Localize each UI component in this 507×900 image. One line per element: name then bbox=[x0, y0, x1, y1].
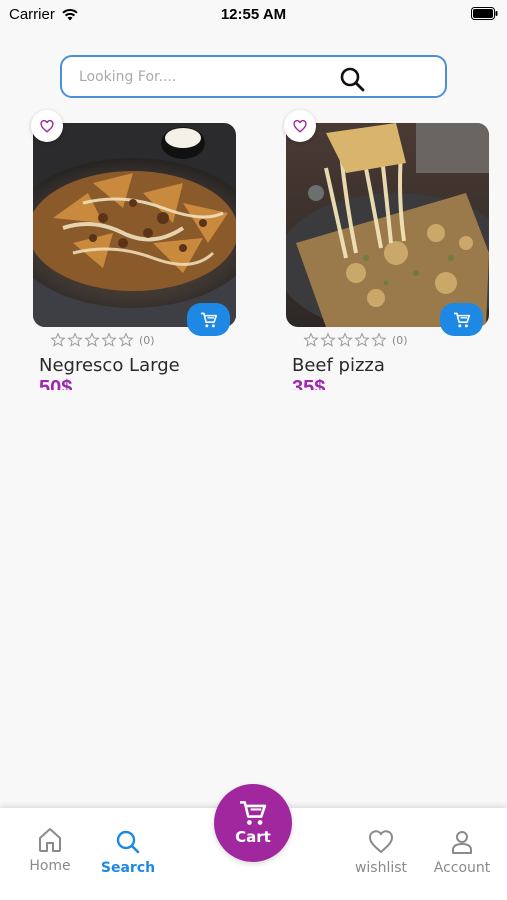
search-icon bbox=[116, 830, 140, 854]
star-outline-icon bbox=[50, 332, 66, 347]
rating-count: (0) bbox=[392, 333, 408, 347]
product-card[interactable]: (0) Beef pizza 35$ bbox=[284, 110, 495, 400]
star-outline-icon bbox=[337, 332, 353, 347]
product-image[interactable] bbox=[286, 123, 489, 327]
heart-icon bbox=[293, 119, 307, 133]
cart-icon bbox=[453, 312, 470, 327]
product-title[interactable]: Negresco Large bbox=[39, 355, 180, 376]
favorite-button[interactable] bbox=[31, 110, 63, 142]
battery-icon bbox=[471, 7, 498, 20]
favorite-button[interactable] bbox=[284, 110, 316, 142]
product-image[interactable] bbox=[33, 123, 236, 327]
rating-stars: (0) bbox=[303, 332, 408, 348]
nav-label-home: Home bbox=[29, 858, 71, 874]
star-outline-icon bbox=[101, 332, 117, 347]
status-bar: Carrier 12:55 AM bbox=[0, 0, 507, 28]
nav-label-search: Search bbox=[100, 860, 156, 876]
search-box[interactable] bbox=[60, 55, 447, 98]
nav-item-search[interactable]: Search bbox=[93, 828, 163, 876]
cart-icon bbox=[200, 312, 217, 327]
nav-item-wishlist[interactable]: wishlist bbox=[346, 828, 416, 876]
user-icon bbox=[452, 831, 472, 854]
cart-label: Cart bbox=[235, 828, 271, 846]
search-icon[interactable] bbox=[339, 66, 365, 92]
nav-item-account[interactable]: Account bbox=[427, 828, 497, 876]
star-outline-icon bbox=[320, 332, 336, 347]
add-to-cart-button[interactable] bbox=[440, 303, 483, 336]
heart-icon bbox=[40, 119, 54, 133]
rating-count: (0) bbox=[139, 333, 155, 347]
home-icon bbox=[39, 828, 61, 852]
rating-stars: (0) bbox=[50, 332, 155, 348]
food-photo-nachos bbox=[33, 123, 236, 327]
star-outline-icon bbox=[354, 332, 370, 347]
star-outline-icon bbox=[303, 332, 319, 347]
nav-label-account: Account bbox=[433, 860, 491, 876]
star-outline-icon bbox=[84, 332, 100, 347]
nav-label-wishlist: wishlist bbox=[354, 860, 408, 876]
search-input[interactable] bbox=[79, 57, 329, 96]
star-outline-icon bbox=[67, 332, 83, 347]
heart-icon bbox=[368, 830, 394, 854]
star-outline-icon bbox=[371, 332, 387, 347]
add-to-cart-button[interactable] bbox=[187, 303, 230, 336]
product-title[interactable]: Beef pizza bbox=[292, 355, 385, 376]
food-photo-pizza bbox=[286, 123, 489, 327]
product-card[interactable]: (0) Negresco Large 50$ bbox=[31, 110, 242, 400]
product-price: 50$ bbox=[39, 377, 73, 390]
nav-item-home[interactable]: Home bbox=[15, 826, 85, 874]
star-outline-icon bbox=[118, 332, 134, 347]
status-time: 12:55 AM bbox=[220, 6, 287, 23]
product-price: 35$ bbox=[292, 377, 326, 390]
cart-button[interactable]: Cart bbox=[214, 784, 292, 862]
cart-icon bbox=[240, 801, 267, 825]
